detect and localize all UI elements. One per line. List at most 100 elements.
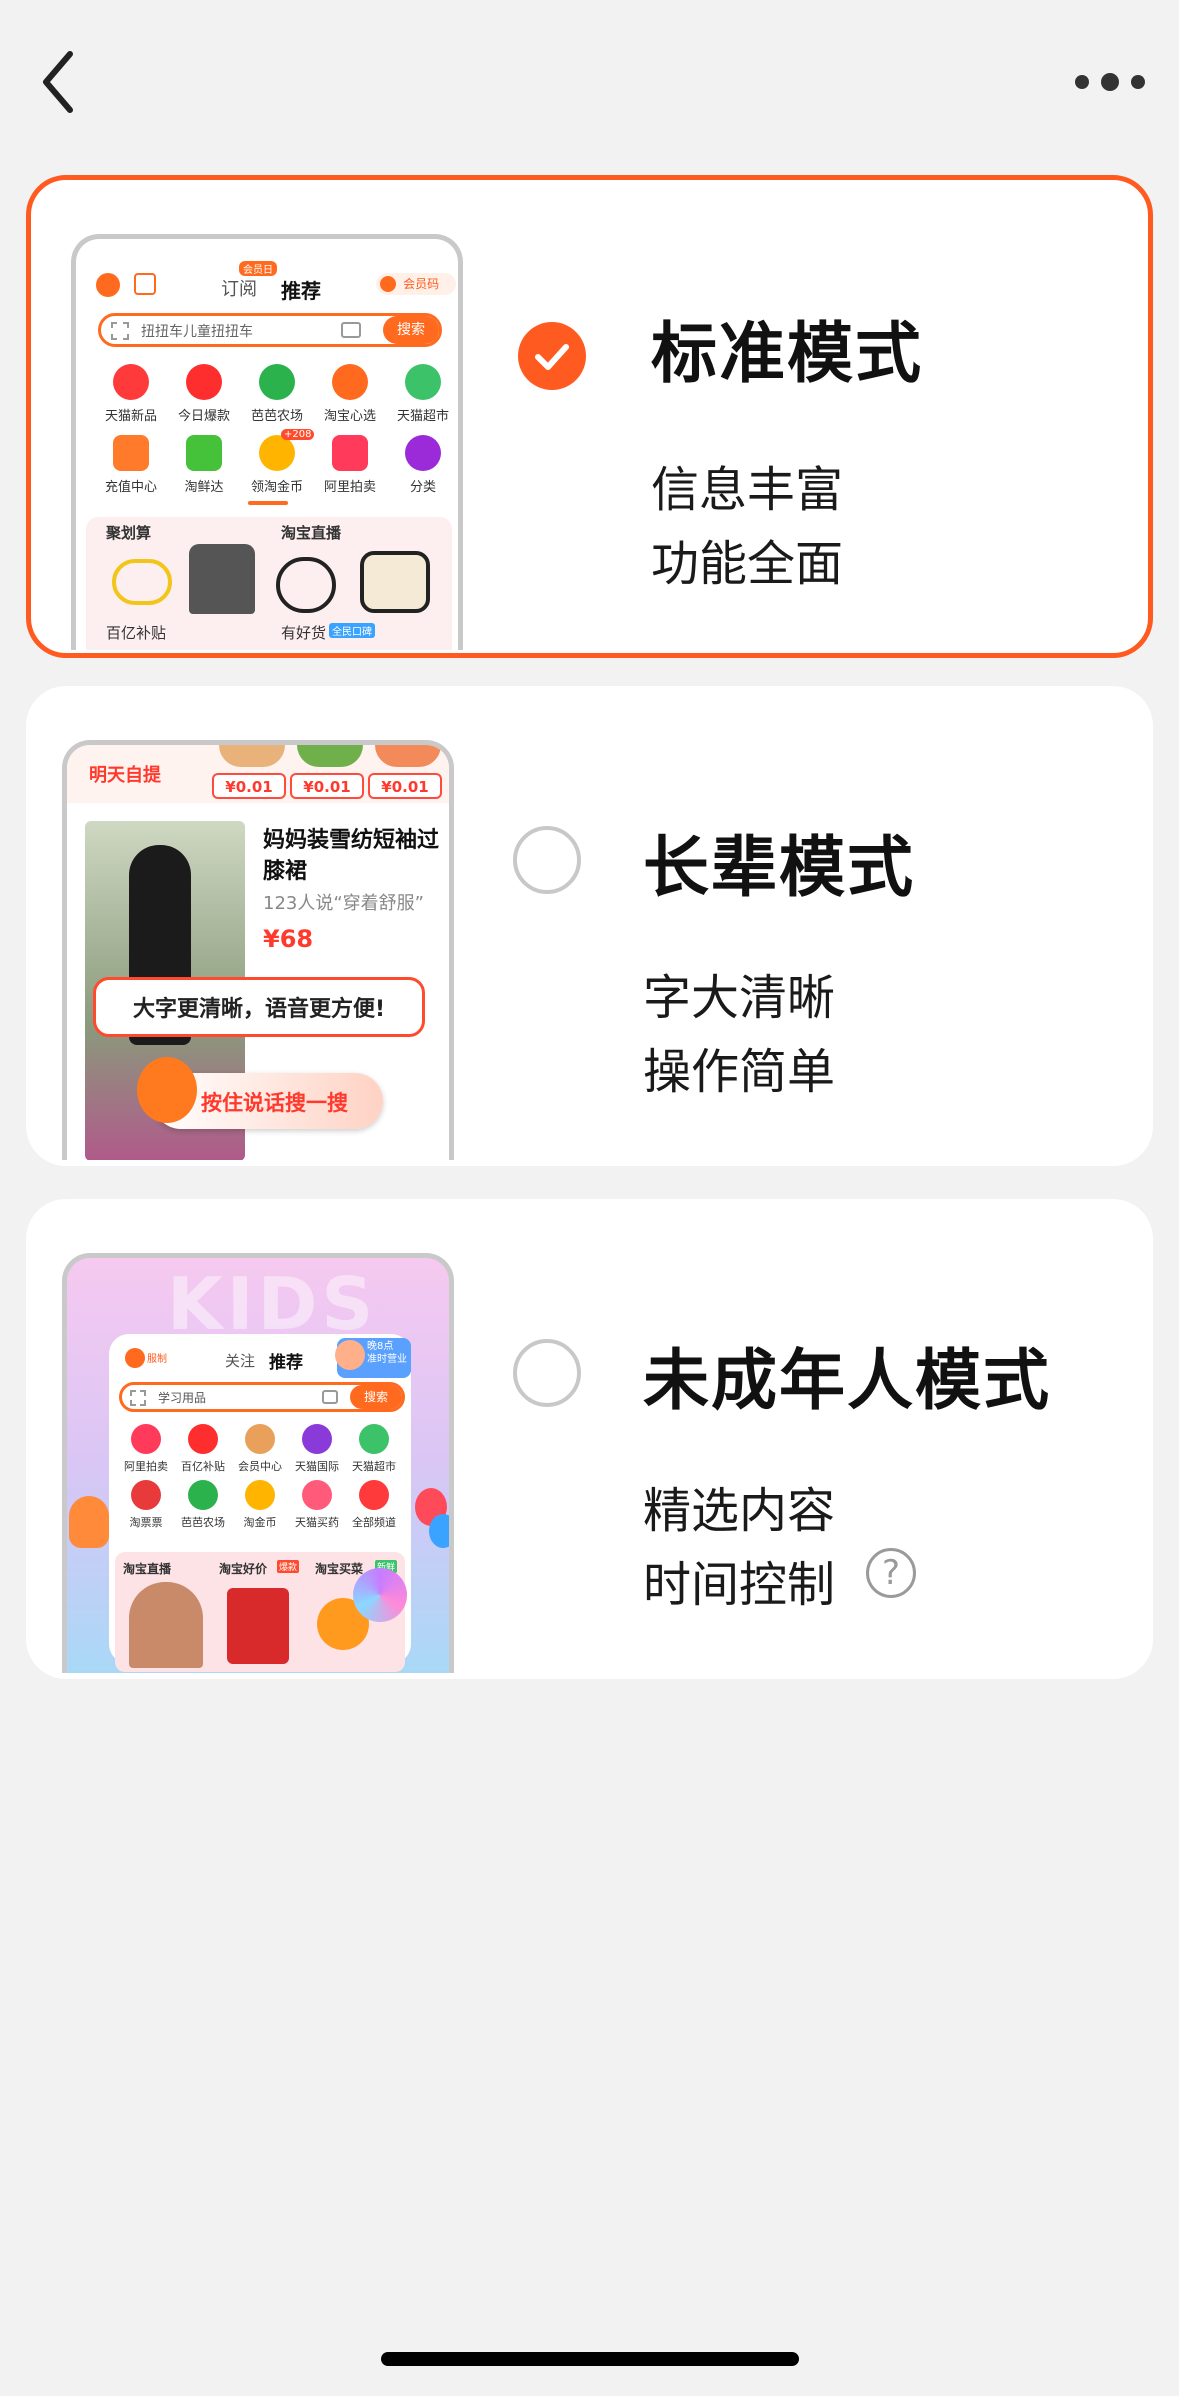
mode-card-standard[interactable]: 订阅 会员日 推荐 会员码 扭扭车儿童扭扭车 搜索 天猫新品 今日爆款 芭芭农场… xyxy=(26,175,1153,658)
coin-icon xyxy=(259,435,295,471)
member-day-badge: 会员日 xyxy=(239,261,277,276)
scan-icon xyxy=(130,1390,146,1406)
mode-feature-1: 精选内容 xyxy=(643,1483,836,1539)
corner-line-1: 晚8点 xyxy=(367,1341,394,1352)
tshirt-image xyxy=(189,544,255,614)
thumb-search-bar: 学习用品 搜索 xyxy=(119,1382,405,1412)
elder-mode-preview: 明天自提 ¥0.01 ¥0.01 ¥0.01 妈妈装雪纺短袖过膝裙 123人说“… xyxy=(62,740,454,1160)
back-button[interactable] xyxy=(28,44,92,120)
standard-mode-radio[interactable] xyxy=(518,322,586,390)
section-live: 淘宝直播 xyxy=(123,1562,172,1576)
mode-title: 长辈模式 xyxy=(643,829,915,906)
farm-icon xyxy=(259,364,295,400)
farm-icon xyxy=(188,1480,218,1510)
mode-title: 标准模式 xyxy=(651,315,923,392)
external-link-icon xyxy=(134,273,156,295)
tab-subscribe: 订阅 xyxy=(221,279,257,300)
checkmark-icon xyxy=(535,344,569,370)
all-channels-icon xyxy=(359,1480,389,1510)
thumb-search-button: 搜索 xyxy=(383,316,439,344)
recharge-icon xyxy=(113,435,149,471)
icon-label: 领淘金币 xyxy=(250,480,303,495)
logo-icon xyxy=(96,273,120,297)
subsidy-icon xyxy=(188,1424,218,1454)
balloon-image xyxy=(69,1496,109,1548)
movie-ticket-icon xyxy=(131,1480,161,1510)
thumb-search-bar: 扭扭车儿童扭扭车 搜索 xyxy=(98,313,442,347)
scan-icon xyxy=(111,322,129,340)
voice-search-label: 按住说话搜一搜 xyxy=(201,1091,348,1115)
stroller-image xyxy=(276,557,336,613)
coin-icon xyxy=(245,1480,275,1510)
medicine-icon xyxy=(302,1480,332,1510)
section-good-stuff: 有好货 xyxy=(281,624,327,642)
lollipop-image xyxy=(353,1568,407,1622)
tmall-global-icon xyxy=(302,1424,332,1454)
mode-feature-2: 功能全面 xyxy=(651,536,844,592)
logo-icon xyxy=(125,1348,145,1368)
product-price: ¥68 xyxy=(263,925,314,953)
tab-follow: 关注 xyxy=(225,1352,256,1370)
tmall-supermarket-icon xyxy=(359,1424,389,1454)
auction-icon xyxy=(332,435,368,471)
member-code-label: 会员码 xyxy=(403,277,440,291)
member-center-icon xyxy=(245,1424,275,1454)
icon-label: 今日爆款 xyxy=(177,409,230,424)
more-button[interactable] xyxy=(1070,58,1150,106)
elder-mode-radio[interactable] xyxy=(513,826,581,894)
icon-label: 天猫新品 xyxy=(104,409,157,424)
balloon-image xyxy=(429,1514,449,1548)
price-tag: ¥0.01 xyxy=(212,773,286,799)
logo-tag: 服制 xyxy=(147,1354,167,1365)
pickup-label: 明天自提 xyxy=(89,765,161,786)
good-price-tag: 爆款 xyxy=(277,1560,300,1573)
mode-card-elder[interactable]: 明天自提 ¥0.01 ¥0.01 ¥0.01 妈妈装雪纺短袖过膝裙 123人说“… xyxy=(26,686,1153,1166)
taobao-select-icon xyxy=(332,364,368,400)
more-dots-icon xyxy=(1075,73,1145,91)
mode-card-minor[interactable]: KIDS 服制 关注 推荐 晚8点 准时营业 学习用品 搜索 阿里拍卖 百亿补贴… xyxy=(26,1199,1153,1679)
icon-label: 分类 xyxy=(409,480,436,495)
mascot-icon xyxy=(137,1057,197,1123)
icon-label: 淘宝心选 xyxy=(323,409,376,424)
cup-image xyxy=(227,1588,289,1664)
icon-label: 芭芭农场 xyxy=(250,409,303,424)
help-icon[interactable]: ? xyxy=(866,1548,916,1598)
icon-label: 全部频道 xyxy=(352,1516,396,1529)
auction-icon xyxy=(131,1424,161,1454)
minor-mode-radio[interactable] xyxy=(513,1339,581,1407)
corner-line-2: 准时营业 xyxy=(367,1354,407,1365)
home-indicator xyxy=(381,2352,799,2366)
nav-bar xyxy=(0,0,1179,150)
icon-label: 充值中心 xyxy=(104,480,157,495)
section-subsidy: 百亿补贴 xyxy=(106,624,167,642)
taoxianda-icon xyxy=(186,435,222,471)
mode-feature-2: 时间控制 xyxy=(643,1557,836,1613)
product-name: 妈妈装雪纺短袖过膝裙 xyxy=(263,828,440,884)
coin-badge: +208 xyxy=(281,429,315,440)
icon-label: 天猫超市 xyxy=(352,1460,396,1473)
tricycle-image xyxy=(112,559,172,605)
chevron-left-icon xyxy=(43,51,73,113)
product-review: 123人说“穿着舒服” xyxy=(263,893,425,914)
bag-image xyxy=(360,551,430,613)
good-stuff-tag: 全民口碑 xyxy=(329,623,375,638)
mode-feature-1: 信息丰富 xyxy=(651,462,844,518)
section-juhuasuan: 聚划算 xyxy=(106,524,152,542)
section-live: 淘宝直播 xyxy=(281,524,342,542)
price-tag: ¥0.01 xyxy=(290,773,364,799)
tab-recommend: 推荐 xyxy=(269,1353,303,1373)
mode-feature-2: 操作简单 xyxy=(643,1044,836,1100)
icon-label: 阿里拍卖 xyxy=(323,480,376,495)
minor-mode-preview: KIDS 服制 关注 推荐 晚8点 准时营业 学习用品 搜索 阿里拍卖 百亿补贴… xyxy=(62,1253,454,1673)
thumb-search-placeholder: 学习用品 xyxy=(158,1391,207,1405)
icon-label: 天猫超市 xyxy=(396,409,449,424)
camera-icon xyxy=(322,1390,338,1404)
tmall-new-icon xyxy=(113,364,149,400)
page-indicator xyxy=(248,501,288,505)
price-tag: ¥0.01 xyxy=(368,773,442,799)
mode-title: 未成年人模式 xyxy=(643,1342,1051,1419)
thumb-search-placeholder: 扭扭车儿童扭扭车 xyxy=(141,324,253,340)
camera-icon xyxy=(341,322,361,338)
member-code-icon xyxy=(380,276,396,292)
tip-bubble-text: 大字更清晰，语音更方便! xyxy=(132,997,386,1022)
